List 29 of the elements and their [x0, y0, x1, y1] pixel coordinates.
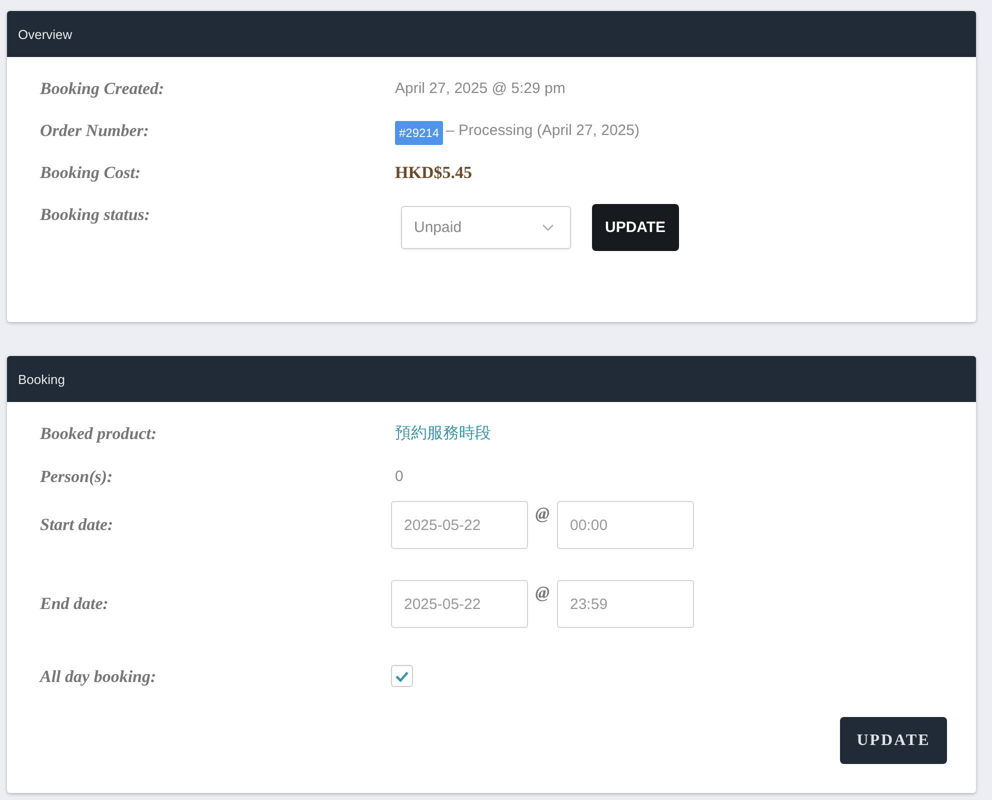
order-status: – Processing (April 27, 2025)	[446, 121, 640, 141]
field-value: April 27, 2025 @ 5:29 pm	[395, 79, 566, 99]
update-button[interactable]: UPDATE	[592, 204, 679, 251]
date-field[interactable]: 2025-05-22	[391, 501, 528, 549]
checkmark-icon	[395, 670, 409, 682]
field-label: Order Number:	[40, 121, 150, 141]
update-button[interactable]: UPDATE	[840, 717, 947, 764]
field-label: Person(s):	[40, 467, 114, 487]
field-label: All day booking:	[40, 667, 158, 687]
field-value: 0	[395, 467, 404, 487]
at-sign: @	[534, 504, 551, 524]
field-label: Booking status:	[40, 205, 152, 225]
status-select[interactable]: Unpaid	[401, 206, 571, 249]
chevron-down-icon	[542, 224, 554, 231]
field-label: End date:	[40, 594, 110, 614]
all-day-checkbox[interactable]	[391, 665, 413, 687]
order-number-badge[interactable]: #29214	[395, 121, 444, 145]
date-field[interactable]: 2025-05-22	[391, 580, 528, 628]
panel-title: Overview	[7, 11, 976, 57]
field-label: Booking Created:	[40, 79, 166, 99]
field-label: Start date:	[40, 515, 114, 535]
product-link[interactable]: 預約服務時段	[395, 424, 491, 444]
panel-title: Booking	[7, 356, 976, 402]
field-label: Booking Cost:	[40, 163, 142, 183]
field-label: Booked product:	[40, 424, 158, 444]
booking-cost: HKD$5.45	[395, 163, 472, 183]
time-field[interactable]: 00:00	[557, 501, 694, 549]
time-field[interactable]: 23:59	[557, 580, 694, 628]
at-sign: @	[534, 583, 551, 603]
